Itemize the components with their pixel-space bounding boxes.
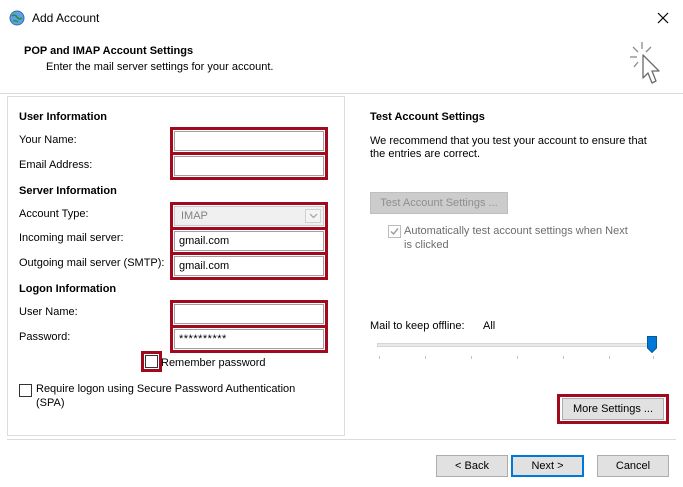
cancel-button[interactable]: Cancel	[597, 455, 669, 477]
more-settings-button[interactable]: More Settings ...	[562, 398, 664, 420]
user-information-heading: User Information	[19, 111, 108, 123]
mail-offline-label: Mail to keep offline:	[370, 320, 465, 332]
outlook-globe-icon	[9, 10, 25, 26]
close-icon[interactable]	[654, 9, 672, 27]
back-button[interactable]: < Back	[436, 455, 508, 477]
remember-password-checkbox[interactable]	[145, 355, 158, 368]
test-account-settings-heading: Test Account Settings	[370, 111, 485, 123]
offline-slider-thumb[interactable]	[647, 336, 657, 353]
slider-tick	[471, 356, 472, 359]
spa-checkbox[interactable]	[19, 384, 32, 397]
chevron-down-icon	[305, 209, 321, 223]
footer-divider	[7, 439, 676, 440]
password-label: Password:	[19, 331, 71, 343]
remember-password-label: Remember password	[161, 357, 266, 369]
your-name-label: Your Name:	[19, 134, 77, 146]
settings-content: User Information Your Name: Email Addres…	[0, 94, 683, 487]
incoming-server-field[interactable]: gmail.com	[174, 231, 324, 251]
test-account-settings-button[interactable]: Test Account Settings ...	[370, 192, 508, 214]
account-type-value: IMAP	[181, 210, 208, 222]
slider-tick	[563, 356, 564, 359]
slider-tick	[379, 356, 380, 359]
slider-tick	[609, 356, 610, 359]
page-header: POP and IMAP Account Settings Enter the …	[0, 36, 683, 94]
offline-slider-track[interactable]	[377, 343, 655, 347]
spa-label-line2: (SPA)	[36, 397, 65, 409]
your-name-field[interactable]	[174, 131, 324, 151]
email-address-label: Email Address:	[19, 159, 93, 171]
slider-tick	[517, 356, 518, 359]
outgoing-server-label: Outgoing mail server (SMTP):	[19, 257, 165, 269]
cursor-click-icon	[630, 42, 660, 84]
account-type-label: Account Type:	[19, 208, 89, 220]
auto-test-label-line1: Automatically test account settings when…	[404, 225, 628, 237]
window-title: Add Account	[32, 11, 100, 25]
spa-label-line1: Require logon using Secure Password Auth…	[36, 383, 296, 395]
checkmark-icon	[390, 228, 399, 236]
page-subtitle: Enter the mail server settings for your …	[46, 61, 274, 73]
slider-tick	[653, 356, 654, 359]
test-description-line2: the entries are correct.	[370, 148, 481, 160]
account-type-select: IMAP	[174, 206, 324, 226]
incoming-server-label: Incoming mail server:	[19, 232, 124, 244]
server-information-heading: Server Information	[19, 185, 117, 197]
test-description-line1: We recommend that you test your account …	[370, 135, 647, 147]
email-address-field[interactable]	[174, 156, 324, 176]
user-name-field[interactable]	[174, 304, 324, 324]
mail-offline-value: All	[483, 320, 496, 332]
logon-information-heading: Logon Information	[19, 283, 117, 295]
auto-test-checkbox[interactable]	[388, 225, 401, 238]
next-button[interactable]: Next >	[511, 455, 584, 477]
outgoing-server-field[interactable]: gmail.com	[174, 256, 324, 276]
user-name-label: User Name:	[19, 306, 78, 318]
title-bar: Add Account	[0, 0, 683, 36]
slider-tick	[425, 356, 426, 359]
password-field[interactable]: **********	[174, 329, 324, 349]
auto-test-label-line2: is clicked	[404, 239, 449, 251]
page-title: POP and IMAP Account Settings	[24, 45, 194, 57]
